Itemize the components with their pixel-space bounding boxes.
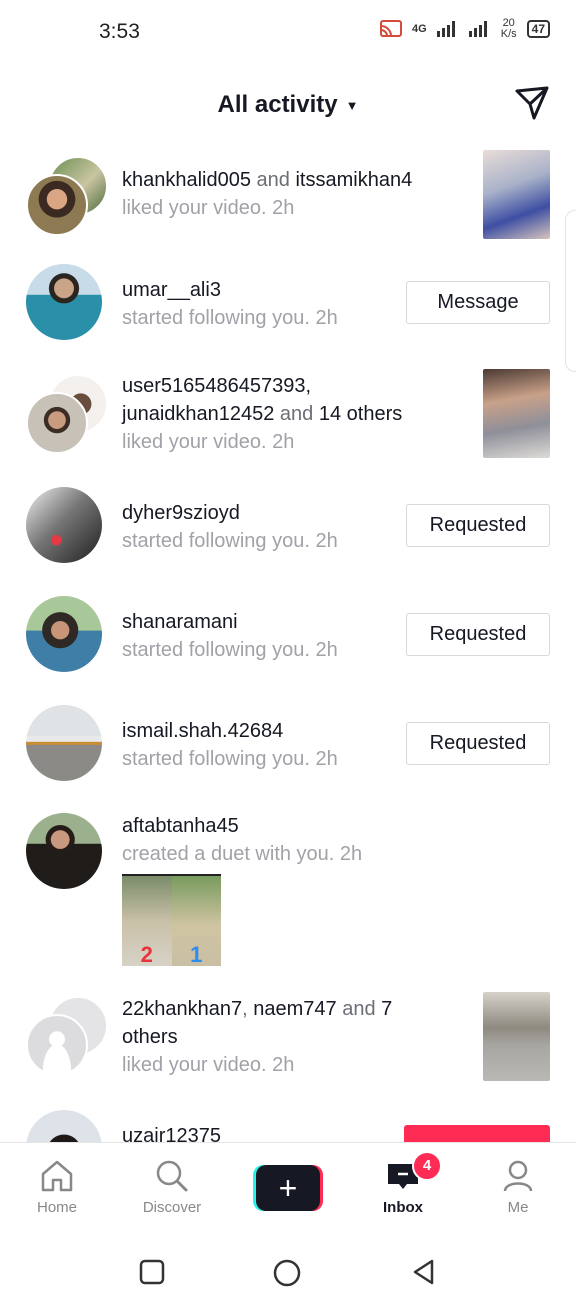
message-button[interactable]: Message [406, 281, 550, 324]
avatar[interactable] [26, 264, 102, 340]
username[interactable]: uzair12375 [122, 1125, 221, 1142]
list-item[interactable]: 22khankhan7, naem747 and 7 others liked … [0, 992, 576, 1102]
caret-down-icon: ▼ [345, 98, 359, 114]
activity-text: liked your video. [122, 1054, 267, 1076]
username[interactable]: ismail.shah.42684 [122, 720, 283, 742]
back-icon[interactable] [410, 1258, 438, 1286]
tab-me[interactable]: Me [468, 1143, 568, 1233]
plus-icon: + [256, 1165, 320, 1211]
video-thumbnail[interactable] [483, 992, 550, 1081]
status-bar: 3:53 4G 20 K/s 47 [0, 0, 576, 66]
activity-list[interactable]: khankhalid005 and itssamikhan4 liked you… [0, 140, 576, 1142]
activity-text: started following you. [122, 748, 310, 770]
tab-label: Inbox [383, 1199, 423, 1216]
timestamp: 2h [339, 843, 363, 865]
home-circle-icon[interactable] [272, 1258, 302, 1288]
requested-button[interactable]: Requested [406, 613, 550, 656]
requested-button[interactable]: Requested [406, 504, 550, 547]
avatar[interactable] [26, 487, 102, 563]
activity-text: started following you. [122, 530, 310, 552]
avatar[interactable] [26, 596, 102, 672]
duet-number: 1 [190, 942, 203, 966]
others-link[interactable]: others [122, 1026, 178, 1048]
list-item[interactable]: shanaramani started following you. 2h Re… [0, 594, 576, 694]
timestamp: 2h [315, 639, 338, 661]
send-icon[interactable] [514, 85, 550, 121]
others-count[interactable]: 7 [381, 998, 392, 1020]
others-link[interactable]: 14 others [319, 403, 402, 425]
home-icon [41, 1160, 73, 1192]
avatar[interactable] [26, 1110, 102, 1142]
username[interactable]: itssamikhan4 [295, 169, 412, 191]
list-item[interactable]: uzair12375 [0, 1110, 576, 1142]
inbox-badge: 4 [412, 1151, 442, 1181]
avatar[interactable] [26, 374, 108, 454]
header: All activity ▼ [0, 75, 576, 135]
video-thumbnail[interactable] [483, 369, 550, 458]
timestamp: 2h [272, 197, 295, 219]
avatar[interactable] [26, 813, 102, 889]
duet-thumbnail[interactable]: 2 1 [122, 874, 221, 966]
username[interactable]: aftabtanha45 [122, 815, 239, 837]
recent-apps-icon[interactable] [138, 1258, 166, 1286]
tab-label: Me [507, 1199, 529, 1216]
create-button[interactable]: + [253, 1165, 323, 1211]
network-label: 4G [412, 23, 427, 35]
username[interactable]: 22khankhan7 [122, 998, 242, 1020]
timestamp: 2h [272, 1054, 295, 1076]
list-item[interactable]: khankhalid005 and itssamikhan4 liked you… [0, 150, 576, 250]
username[interactable]: user5165486457393, [122, 375, 311, 397]
page-title: All activity [217, 91, 338, 118]
signal-icon [436, 21, 455, 37]
timestamp: 2h [272, 431, 295, 453]
list-item[interactable]: umar__ali3 started following you. 2h Mes… [0, 262, 576, 362]
cast-icon [380, 20, 403, 37]
signal-icon-2 [468, 21, 487, 37]
timestamp: 2h [315, 530, 338, 552]
follow-back-button[interactable] [404, 1125, 550, 1142]
speed-readout: 20 K/s [500, 17, 517, 40]
status-time: 3:53 [99, 20, 140, 43]
activity-text: created a duet with you. [122, 843, 335, 865]
requested-button[interactable]: Requested [406, 722, 550, 765]
bottom-tab-bar: Home Discover + Inbox 4 Me [0, 1142, 576, 1233]
battery-icon: 47 [526, 20, 550, 38]
timestamp: 2h [315, 307, 338, 329]
activity-text: liked your video. [122, 431, 267, 453]
username[interactable]: shanaramani [122, 611, 238, 633]
username[interactable]: umar__ali3 [122, 279, 221, 301]
activity-text: started following you. [122, 307, 310, 329]
list-item[interactable]: user5165486457393, junaidkhan12452 and 1… [0, 368, 576, 478]
activity-text: started following you. [122, 639, 310, 661]
video-thumbnail[interactable] [483, 150, 550, 239]
username[interactable]: junaidkhan12452 [122, 403, 274, 425]
profile-icon [503, 1160, 533, 1192]
activity-filter-dropdown[interactable]: All activity ▼ [0, 91, 576, 119]
list-item[interactable]: dyher9szioyd started following you. 2h R… [0, 485, 576, 585]
tab-label: Discover [142, 1199, 202, 1216]
tab-discover[interactable]: Discover [122, 1143, 222, 1233]
username[interactable]: naem747 [253, 998, 336, 1020]
status-icons: 4G 20 K/s 47 [380, 18, 550, 40]
timestamp: 2h [315, 748, 338, 770]
system-nav-bar [0, 1232, 576, 1312]
tab-home[interactable]: Home [7, 1143, 107, 1233]
list-item[interactable]: ismail.shah.42684 started following you.… [0, 703, 576, 803]
activity-text: liked your video. [122, 197, 267, 219]
avatar[interactable] [26, 996, 108, 1076]
list-item[interactable]: aftabtanha45 created a duet with you. 2h… [0, 812, 576, 1002]
search-icon [156, 1160, 188, 1192]
username[interactable]: khankhalid005 [122, 169, 251, 191]
duet-number: 2 [140, 942, 153, 966]
tab-label: Home [36, 1199, 77, 1216]
username[interactable]: dyher9szioyd [122, 502, 240, 524]
avatar[interactable] [26, 705, 102, 781]
avatar[interactable] [26, 156, 108, 236]
